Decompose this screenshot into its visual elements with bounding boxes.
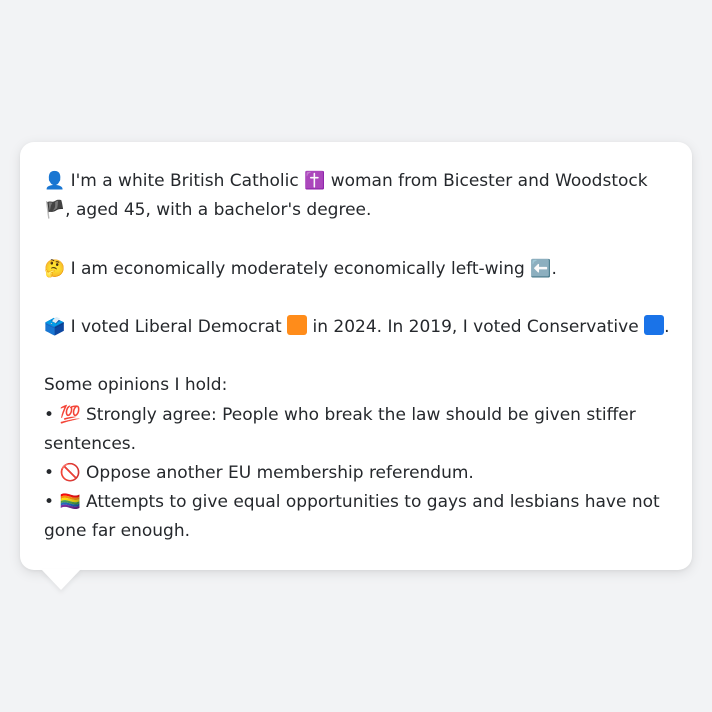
voting-paragraph: 🗳️ I voted Liberal Democrat in 2024. In … bbox=[44, 313, 672, 342]
ballot-box-icon: 🗳️ bbox=[44, 316, 66, 337]
speech-bubble-tail bbox=[41, 569, 81, 590]
orange-square-icon bbox=[287, 314, 308, 335]
persona-card: 👤 I'm a white British Catholic ✝️ woman … bbox=[20, 142, 692, 570]
intro-text-a: I'm a white British Catholic bbox=[70, 171, 299, 191]
prohibited-icon: 🚫 bbox=[59, 462, 81, 483]
opinion-text: Attempts to give equal opportunities to … bbox=[44, 492, 660, 542]
opinion-item: • 🏳️‍🌈 Attempts to give equal opportunit… bbox=[44, 488, 672, 546]
opinions-heading: Some opinions I hold: bbox=[44, 375, 228, 396]
bullet: • bbox=[44, 492, 55, 513]
hundred-points-icon: 💯 bbox=[59, 404, 81, 425]
opinion-item: • 💯 Strongly agree: People who break the… bbox=[44, 401, 672, 459]
person-icon: 👤 bbox=[44, 171, 66, 191]
left-arrow-icon: ⬅️ bbox=[530, 258, 552, 279]
opinion-text: Oppose another EU membership referendum. bbox=[86, 462, 474, 483]
bullet: • bbox=[44, 404, 55, 425]
intro-paragraph: 👤 I'm a white British Catholic ✝️ woman … bbox=[44, 167, 672, 225]
intro-text-c: , aged 45, with a bachelor's degree. bbox=[65, 200, 372, 221]
opinion-text: Strongly agree: People who break the law… bbox=[44, 404, 636, 454]
voting-text-end: . bbox=[664, 316, 670, 337]
voting-text-a: I voted Liberal Democrat bbox=[70, 316, 282, 337]
thinking-face-icon: 🤔 bbox=[44, 258, 66, 279]
opinion-item: • 🚫 Oppose another EU membership referen… bbox=[44, 459, 672, 488]
intro-text-b: woman from Bicester and Woodstock bbox=[330, 171, 648, 191]
bullet: • bbox=[44, 462, 55, 483]
blue-square-icon bbox=[644, 314, 665, 335]
rainbow-flag-icon: 🏳️‍🌈 bbox=[59, 492, 81, 513]
cross-icon: ✝️ bbox=[304, 171, 326, 191]
economics-paragraph: 🤔 I am economically moderately economica… bbox=[44, 255, 672, 284]
economics-text-end: . bbox=[551, 258, 557, 279]
england-flag-icon: 🏴 bbox=[44, 200, 66, 221]
voting-text-b: in 2024. In 2019, I voted Conservative bbox=[312, 316, 639, 337]
economics-text: I am economically moderately economicall… bbox=[70, 258, 525, 279]
